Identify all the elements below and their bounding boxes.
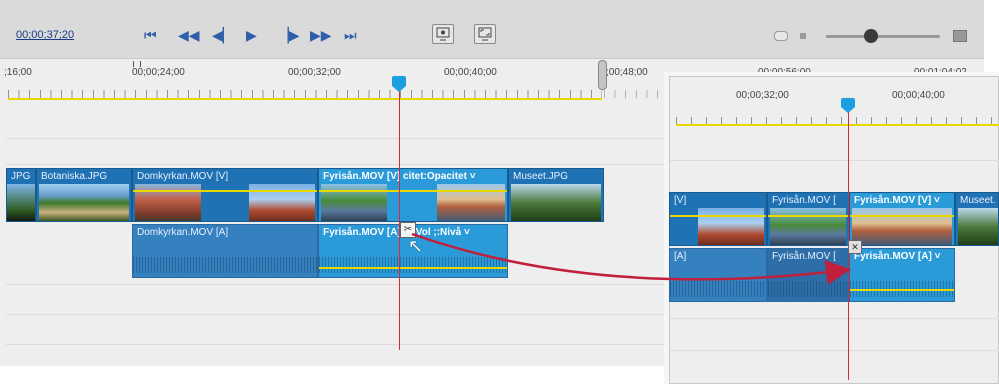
callout-arrow (411, 232, 851, 285)
